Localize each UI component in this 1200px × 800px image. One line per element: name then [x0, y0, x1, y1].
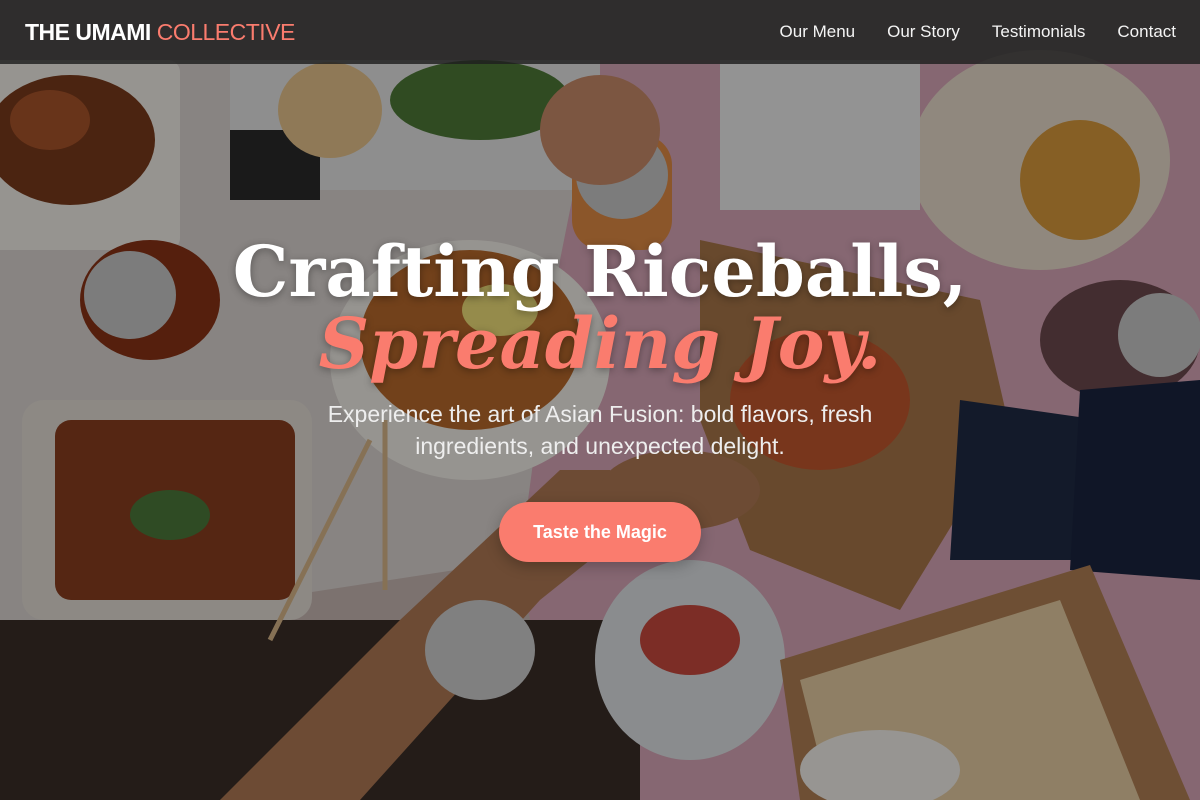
hero-headline: Crafting Riceballs, Spreading Joy. [0, 236, 1200, 380]
nav-link-contact[interactable]: Contact [1117, 22, 1176, 42]
nav-link-testimonials[interactable]: Testimonials [992, 22, 1086, 42]
nav-links: Our Menu Our Story Testimonials Contact [780, 22, 1176, 42]
hero-section: THE UMAMI COLLECTIVE Our Menu Our Story … [0, 0, 1200, 800]
nav-link-our-menu[interactable]: Our Menu [780, 22, 856, 42]
nav-link-our-story[interactable]: Our Story [887, 22, 960, 42]
top-navbar: THE UMAMI COLLECTIVE Our Menu Our Story … [0, 0, 1200, 64]
taste-the-magic-button[interactable]: Taste the Magic [499, 502, 701, 562]
hero-headline-line2: Spreading Joy. [318, 302, 882, 385]
hero-content: Crafting Riceballs, Spreading Joy. Exper… [0, 0, 1200, 800]
hero-subheadline: Experience the art of Asian Fusion: bold… [327, 401, 873, 459]
brand-logo-link[interactable]: THE UMAMI COLLECTIVE [25, 19, 295, 46]
brand-name-accent: COLLECTIVE [156, 18, 296, 45]
brand-name-main: THE UMAMI [25, 18, 151, 45]
hero-headline-line1: Crafting Riceballs, [232, 230, 968, 313]
